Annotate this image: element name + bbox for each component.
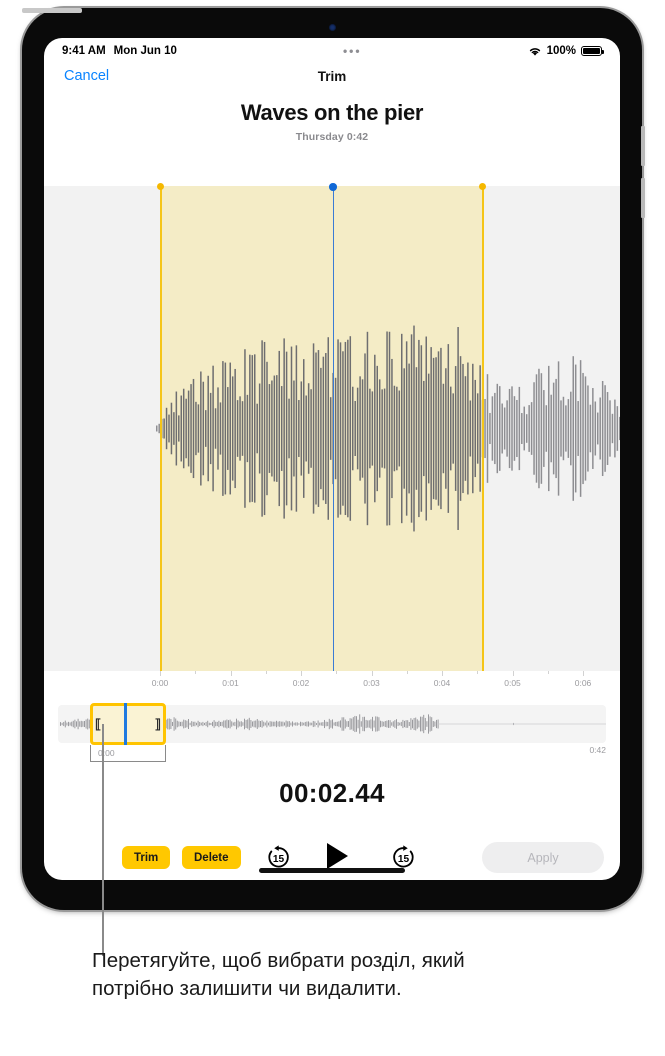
ruler-tick xyxy=(160,671,161,676)
timecode-display: 00:02.44 xyxy=(279,778,385,808)
ruler-tick-label: 0:01 xyxy=(222,678,239,688)
annotation-caption: Перетягуйте, щоб вибрати розділ, який по… xyxy=(92,949,465,1000)
device-top-antenna-band xyxy=(22,8,82,13)
ruler-tick xyxy=(442,671,443,676)
ruler-minor-tick xyxy=(195,671,197,674)
ruler-tick-label: 0:00 xyxy=(151,678,169,688)
callout-leader-line xyxy=(102,724,104,956)
selection-end-dot-icon xyxy=(478,183,486,190)
svg-text:15: 15 xyxy=(273,854,285,865)
ruler-tick-label: 0:05 xyxy=(504,678,521,688)
multitasking-dots-icon[interactable]: ••• xyxy=(343,45,362,57)
ruler-minor-tick xyxy=(336,671,338,674)
status-bar-date: Mon Jun 10 xyxy=(113,45,177,57)
ruler-tick xyxy=(301,671,302,676)
play-button[interactable] xyxy=(327,843,348,869)
ruler-tick-label: 0:04 xyxy=(433,678,451,688)
ruler-tick-label: 0:06 xyxy=(574,678,592,688)
status-bar-center: ••• xyxy=(177,45,528,57)
playhead-dot-icon xyxy=(329,183,337,191)
scrubber[interactable]: ⟦ ⟧ 0:00 0:42 xyxy=(44,699,620,762)
waveform-editor[interactable] xyxy=(44,183,620,671)
ruler-minor-tick xyxy=(406,671,408,674)
recording-subtitle: Thursday 0:42 xyxy=(295,131,369,143)
selection-start-label: 0:00 xyxy=(98,748,115,758)
status-bar-time: 9:41 AM xyxy=(62,45,106,57)
ruler-tick xyxy=(583,671,584,676)
volume-down-button[interactable] xyxy=(641,178,645,218)
ruler-minor-tick xyxy=(265,671,267,674)
battery-icon xyxy=(581,45,605,57)
scrubber-playhead[interactable] xyxy=(124,703,127,745)
selection-start-dot-icon xyxy=(156,183,164,190)
main-waveform xyxy=(156,325,620,532)
ruler-tick xyxy=(512,671,514,676)
playhead[interactable] xyxy=(329,183,337,671)
chevron-left-icon[interactable]: ⟦ xyxy=(95,718,101,731)
wifi-icon xyxy=(529,47,540,56)
total-duration-label: 0:42 xyxy=(589,745,606,755)
status-bar-right: 100% xyxy=(528,45,605,57)
bottom-toolbar: Trim Delete 15 15 Apply xyxy=(44,838,620,880)
status-bar: 9:41 AM Mon Jun 10 ••• 100% xyxy=(44,38,620,64)
status-bar-left: 9:41 AM Mon Jun 10 xyxy=(62,45,177,57)
trim-button[interactable]: Trim xyxy=(122,846,171,869)
ruler-minor-tick xyxy=(547,671,549,674)
ipad-device-frame: 9:41 AM Mon Jun 10 ••• 100% Cancel Trim xyxy=(22,8,645,910)
ruler-minor-tick xyxy=(477,671,479,674)
home-indicator[interactable] xyxy=(259,868,405,873)
recording-title: Waves on the pier xyxy=(240,100,424,125)
selection-start-handle[interactable] xyxy=(156,183,164,671)
front-camera-icon xyxy=(328,24,336,31)
ruler-tick xyxy=(230,671,232,676)
ruler-tick-label: 0:02 xyxy=(292,678,310,688)
battery-percent-label: 100% xyxy=(546,45,576,57)
screen: 9:41 AM Mon Jun 10 ••• 100% Cancel Trim xyxy=(44,38,620,880)
recording-title-block: Waves on the pier Thursday 0:42 xyxy=(44,100,620,143)
navigation-bar: Cancel Trim xyxy=(44,64,620,98)
apply-button[interactable]: Apply xyxy=(482,842,604,873)
page-title: Trim xyxy=(317,69,347,84)
volume-up-button[interactable] xyxy=(641,126,645,166)
time-ruler: 0:00 0:01 0:02 0:03 0:04 0:05 0:06 xyxy=(44,671,620,699)
ruler-tick-label: 0:03 xyxy=(363,678,380,688)
chevron-right-icon[interactable]: ⟧ xyxy=(155,718,161,731)
delete-button[interactable]: Delete xyxy=(182,846,241,869)
selection-end-handle[interactable] xyxy=(478,183,486,671)
ruler-tick xyxy=(371,671,373,676)
svg-text:15: 15 xyxy=(398,854,410,865)
